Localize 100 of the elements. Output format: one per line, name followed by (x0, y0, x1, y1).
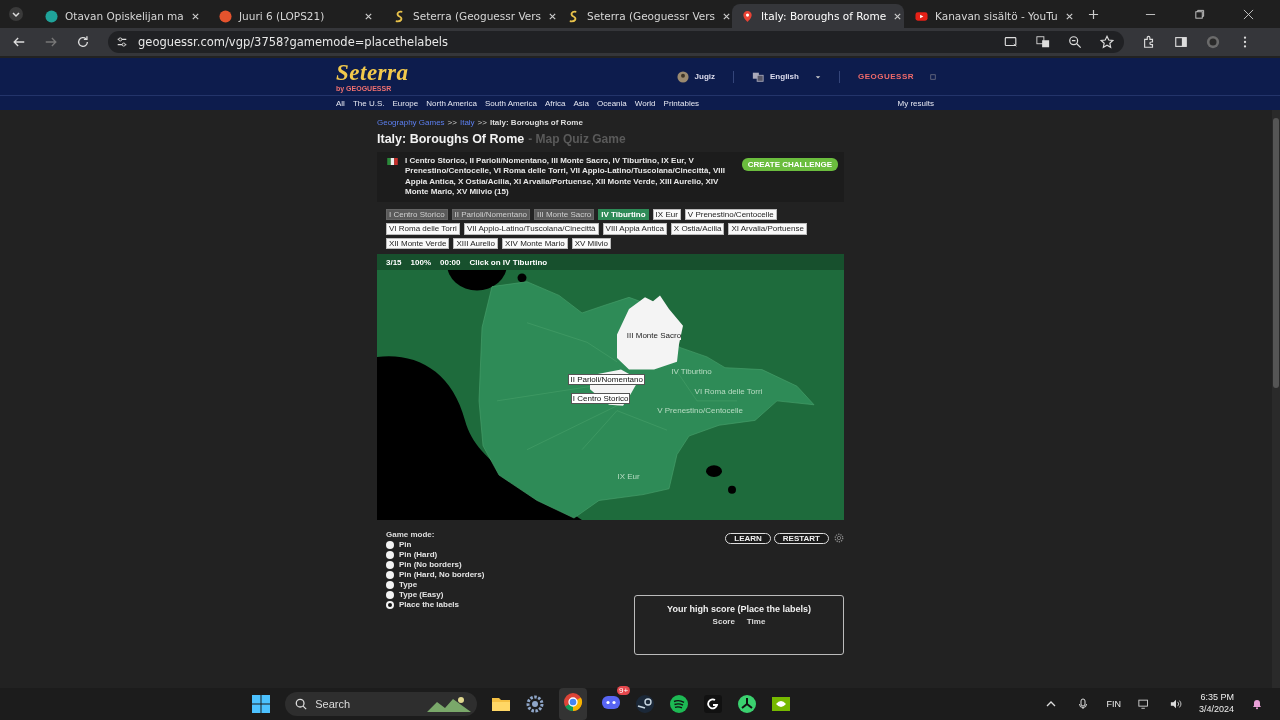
speaker-icon[interactable] (1169, 698, 1182, 710)
back-icon[interactable] (12, 35, 26, 49)
translate-icon[interactable] (1036, 35, 1050, 49)
label-chip[interactable]: VII Appio-Latino/Tuscolana/Cinecittà (463, 223, 599, 235)
label-chip[interactable]: X Ostia/Acilia (670, 223, 725, 235)
radio-label[interactable]: Pin (Hard) (399, 550, 438, 560)
settings-icon[interactable] (834, 533, 844, 544)
user-name[interactable]: Jugiz (694, 72, 716, 81)
close-icon[interactable] (893, 11, 903, 21)
radio-button[interactable] (386, 570, 394, 579)
app-icon[interactable] (737, 694, 758, 714)
radio-label[interactable]: Type (399, 580, 418, 590)
radio-button[interactable] (386, 560, 394, 569)
label-chip[interactable]: XIV Monte Mario (502, 237, 568, 250)
logitech-icon[interactable] (703, 694, 724, 714)
map-label[interactable]: III Monte Sacro (626, 331, 682, 341)
seterra-logo[interactable]: Seterra (336, 61, 409, 84)
close-icon[interactable] (1243, 8, 1254, 20)
map-label[interactable]: II Parioli/Nomentano (568, 374, 645, 386)
breadcrumb-link[interactable]: Italy (459, 118, 475, 127)
scrollbar-thumb[interactable] (1273, 118, 1279, 388)
label-chip[interactable]: IV Tiburtino (598, 208, 649, 221)
browser-tab[interactable]: Juuri 6 (LOPS21) (210, 4, 382, 28)
radio-button[interactable] (386, 550, 394, 559)
radio-button[interactable] (386, 580, 394, 589)
my-results-link[interactable]: My results (897, 98, 934, 108)
label-chip[interactable]: VIII Appia Antica (602, 223, 667, 235)
label-chip[interactable]: XI Arvalia/Portuense (728, 223, 807, 235)
star-icon[interactable] (1100, 35, 1114, 49)
close-icon[interactable] (1064, 11, 1074, 21)
nav-link[interactable]: World (634, 98, 656, 108)
browser-tab[interactable]: Italy: Boroughs of Rome (732, 4, 904, 28)
gear-icon[interactable] (525, 694, 546, 714)
keyboard-language[interactable]: FIN (1106, 699, 1121, 709)
nvidia-icon[interactable] (771, 694, 792, 714)
label-chip[interactable]: XII Monte Verde (386, 237, 450, 250)
tab-search-icon[interactable] (8, 6, 24, 22)
label-chip[interactable]: V Prenestino/Centocelle (684, 208, 777, 221)
taskbar-search-field[interactable]: Search (285, 692, 478, 716)
close-icon[interactable] (722, 11, 732, 21)
browser-tab[interactable]: Seterra (Geoguessr Vers (384, 4, 556, 28)
bell-icon[interactable] (1251, 698, 1263, 710)
nav-link[interactable]: Africa (545, 98, 566, 108)
radio-label[interactable]: Pin (No borders) (399, 560, 462, 570)
browser-tab[interactable]: Otavan Opiskelijan ma (36, 4, 208, 28)
nav-link[interactable]: Oceania (597, 98, 627, 108)
address-field[interactable]: geoguessr.com/vgp/3758?gamemode=placethelabels (108, 31, 1124, 53)
browser-tab[interactable]: Seterra (Geoguessr Vers (558, 4, 730, 28)
breadcrumb-link[interactable]: Geography Games (377, 118, 445, 127)
browser-tab[interactable]: Kanavan sisältö - YouTu (906, 4, 1078, 28)
close-icon[interactable] (190, 11, 200, 21)
close-icon[interactable] (548, 11, 558, 21)
radio-label[interactable]: Pin (399, 540, 412, 550)
steam-icon[interactable] (635, 694, 656, 714)
geoguessr-link[interactable]: GEOGUESSR (857, 72, 914, 81)
pill-button[interactable]: LEARN (725, 532, 771, 544)
forward-icon[interactable] (44, 35, 58, 49)
site-settings-icon[interactable] (116, 36, 128, 48)
label-chip[interactable]: XIII Aurelio (453, 237, 499, 250)
nav-link[interactable]: Asia (573, 98, 589, 108)
caret-icon[interactable] (814, 73, 821, 80)
radio-label[interactable]: Place the labels (399, 600, 460, 610)
radio-label[interactable]: Pin (Hard, No borders) (399, 570, 485, 580)
nav-link[interactable]: South America (484, 98, 537, 108)
nav-link[interactable]: Printables (663, 98, 700, 108)
radio-button[interactable] (386, 540, 394, 549)
restore-icon[interactable] (1194, 8, 1205, 20)
label-chip[interactable]: VI Roma delle Torri (386, 223, 460, 235)
label-chip[interactable]: IX Eur (652, 208, 681, 221)
extensions-icon[interactable] (1142, 35, 1156, 49)
profile-avatar-icon[interactable] (1206, 35, 1220, 49)
network-icon[interactable] (1137, 698, 1150, 710)
language-icon[interactable] (752, 70, 765, 83)
label-chip[interactable]: II Parioli/Nomentano (451, 208, 531, 221)
nav-link[interactable]: North America (426, 98, 477, 108)
start-icon[interactable] (251, 694, 272, 714)
label-chip[interactable]: III Monte Sacro (534, 208, 595, 221)
nav-link[interactable]: The U.S. (352, 98, 385, 108)
chrome-icon[interactable] (563, 692, 584, 712)
close-icon[interactable] (364, 11, 373, 21)
cast-icon[interactable] (1004, 35, 1018, 49)
nav-link[interactable]: All (336, 98, 345, 108)
microphone-icon[interactable] (1077, 698, 1090, 710)
radio-label[interactable]: Type (Easy) (399, 590, 444, 600)
side-panel-icon[interactable] (1174, 35, 1188, 49)
music-app-icon[interactable] (669, 694, 690, 714)
nav-link[interactable]: Europe (392, 98, 419, 108)
new-tab-icon[interactable] (1088, 8, 1099, 20)
label-chip[interactable]: XV Milvio (571, 237, 611, 250)
pill-button[interactable]: RESTART (773, 532, 829, 544)
clock-time[interactable]: 6:35 PM (1200, 692, 1234, 704)
map-label[interactable]: I Centro Storico (570, 392, 631, 404)
label-chip[interactable]: I Centro Storico (386, 208, 448, 221)
radio-button[interactable] (386, 590, 394, 599)
radio-button[interactable] (386, 600, 394, 609)
user-avatar-icon[interactable] (676, 70, 689, 83)
reload-icon[interactable] (76, 35, 90, 49)
language-selector[interactable]: English (770, 72, 799, 81)
map-drawing[interactable] (377, 270, 844, 521)
clock-date[interactable]: 3/4/2024 (1198, 704, 1234, 716)
